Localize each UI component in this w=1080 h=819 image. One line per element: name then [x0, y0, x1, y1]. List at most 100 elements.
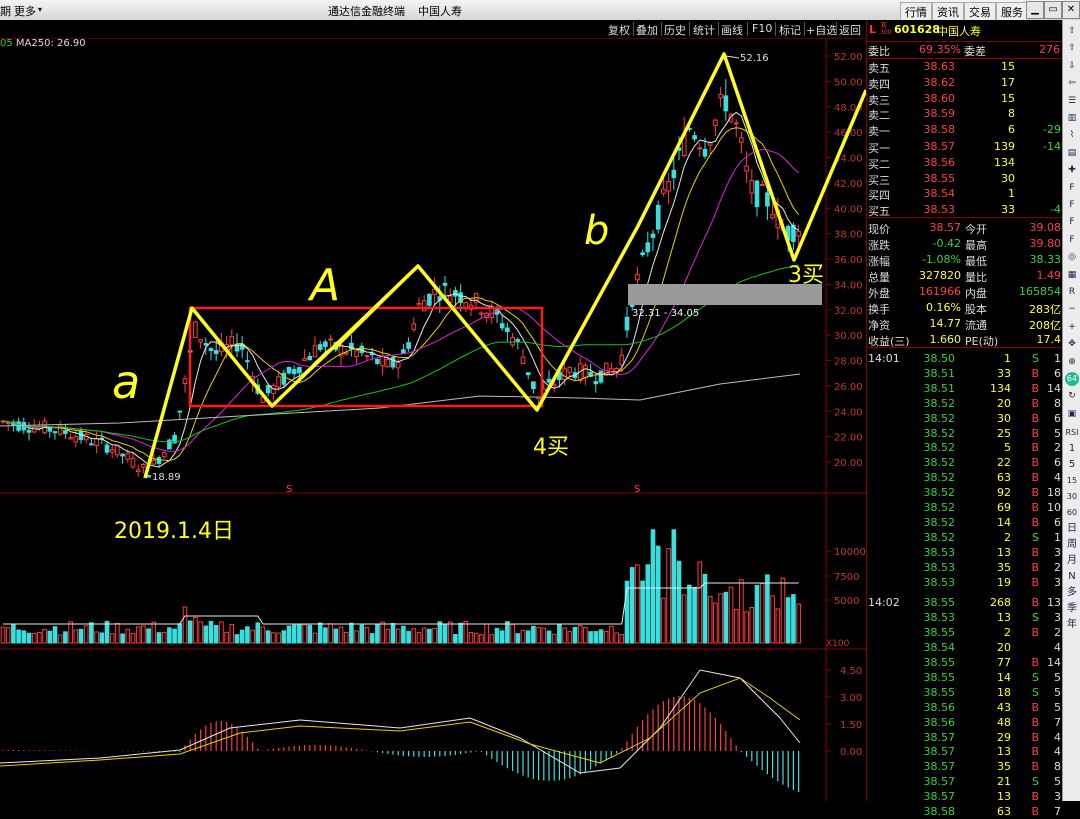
more-menu[interactable]: 更多 [14, 3, 36, 19]
chart-small-icon[interactable]: ▦ [1065, 268, 1079, 282]
list-icon[interactable]: ☰ [1065, 94, 1079, 108]
order-book-row[interactable]: 卖三 38.60 15 [867, 91, 1063, 107]
stat-row[interactable]: 换手 0.16% 股本 283亿 [867, 300, 1063, 316]
tick-row[interactable]: 38.55 14 S 5 [867, 670, 1063, 685]
tick-row[interactable]: 38.51 33 B 6 [867, 366, 1063, 381]
tick-row[interactable]: 38.57 21 S 5 [867, 774, 1063, 789]
order-book-row[interactable]: 买一 38.57 139 -14 [867, 139, 1063, 155]
tick-row[interactable]: 38.54 20 4 [867, 640, 1063, 655]
tick-row[interactable]: 38.56 43 B 5 [867, 700, 1063, 715]
tick-row[interactable]: 14:02 38.55 268 B 13 [867, 595, 1063, 610]
period-button[interactable]: 年 [1065, 618, 1079, 632]
stat-row[interactable]: 总量 327820 量比 1.49 [867, 268, 1063, 284]
tool-stats[interactable]: 统计 [693, 22, 715, 38]
move-icon[interactable]: ✥ [1065, 337, 1079, 351]
restore-icon[interactable]: ▭ [1044, 1, 1062, 19]
order-book-row[interactable]: 买四 38.54 1 [867, 186, 1063, 202]
order-book-row[interactable]: 卖四 38.62 17 [867, 75, 1063, 91]
period-button[interactable]: N [1065, 570, 1079, 584]
tick-row[interactable]: 38.52 5 B 2 [867, 440, 1063, 455]
period-button[interactable]: 15 [1065, 474, 1079, 488]
tick-row[interactable]: 38.53 13 B 3 [867, 545, 1063, 560]
close-icon[interactable]: ✕ [1062, 1, 1080, 19]
bar-icon[interactable]: ▤ [1065, 146, 1079, 160]
stat-row[interactable]: 涨跌 -0.42 最高 39.80 [867, 236, 1063, 252]
tick-row[interactable]: 38.53 35 B 2 [867, 560, 1063, 575]
f2-icon[interactable]: F [1065, 215, 1079, 229]
tick-row[interactable]: 14:01 38.50 1 S 1 [867, 351, 1063, 366]
period-button[interactable]: 月 [1065, 554, 1079, 568]
tool-history[interactable]: 历史 [664, 22, 686, 38]
menu-quotes[interactable]: 行情 [900, 2, 932, 22]
plus-icon[interactable]: + [1065, 320, 1079, 334]
menu-trade[interactable]: 交易 [964, 2, 996, 22]
stat-row[interactable]: 外盘 161966 内盘 165854 [867, 284, 1063, 300]
tick-row[interactable]: 38.55 2 B 2 [867, 625, 1063, 640]
period-button[interactable]: 日 [1065, 522, 1079, 536]
stat-row[interactable]: 净资 14.77 流通 208亿 [867, 316, 1063, 332]
tick-row[interactable]: 38.52 63 B 4 [867, 470, 1063, 485]
tick-row[interactable]: 38.52 22 B 6 [867, 455, 1063, 470]
tick-row[interactable]: 38.57 29 B 4 [867, 730, 1063, 745]
tick-row[interactable]: 38.52 14 B 6 [867, 515, 1063, 530]
period-button[interactable]: 季 [1065, 602, 1079, 616]
period-button[interactable]: 30 [1065, 490, 1079, 504]
stat-row[interactable]: 收益(三) 1.660 PE(动) 17.4 [867, 332, 1063, 348]
period-button[interactable]: 1 [1065, 442, 1079, 456]
target-icon[interactable]: ◎ [1065, 250, 1079, 264]
period-button[interactable]: 60 [1065, 506, 1079, 520]
tick-row[interactable]: 38.52 69 B 10 [867, 500, 1063, 515]
order-book-row[interactable]: 买五 38.53 33 -4 [867, 202, 1063, 218]
stat-row[interactable]: 涨幅 -1.08% 最低 38.33 [867, 252, 1063, 268]
tool-mark[interactable]: 标记 [779, 22, 801, 38]
candlestick-chart[interactable]: 52.0050.0048.0046.0044.0042.0040.0038.00… [0, 38, 866, 801]
tick-row[interactable]: 38.53 19 B 3 [867, 575, 1063, 590]
tick-row[interactable]: 38.57 13 B 4 [867, 744, 1063, 759]
tool-overlay[interactable]: 叠加 [636, 22, 658, 38]
order-book-row[interactable]: 卖一 38.58 6 -29 [867, 122, 1063, 138]
order-book-row[interactable]: 卖五 38.63 15 [867, 59, 1063, 75]
menu-service[interactable]: 服务 [996, 2, 1028, 22]
tick-row[interactable]: 38.52 30 B 6 [867, 411, 1063, 426]
minus-icon[interactable]: − [1065, 302, 1079, 316]
tick-row[interactable]: 38.57 35 B 8 [867, 759, 1063, 774]
up-arrow-icon[interactable]: ⇧ [1065, 24, 1079, 38]
tick-row[interactable]: 38.53 13 S 3 [867, 610, 1063, 625]
tick-row[interactable]: 38.51 134 B 14 [867, 381, 1063, 396]
tool-draw[interactable]: 画线 [721, 22, 743, 38]
tick-row[interactable]: 38.55 77 B 14 [867, 655, 1063, 670]
order-book-row[interactable]: 买三 38.55 30 [867, 171, 1063, 187]
rsi-icon[interactable]: R [1065, 285, 1079, 299]
line-chart-icon[interactable]: ⌇ [1065, 128, 1079, 142]
up-outline-icon[interactable]: ⇧ [1065, 41, 1079, 55]
tick-row[interactable]: 38.55 18 S 5 [867, 685, 1063, 700]
period-tab-fragment[interactable]: 期 [0, 3, 11, 19]
tool-add-watchlist[interactable]: +自选 [806, 22, 837, 38]
stat-row[interactable]: 现价 38.57 今开 39.08 [867, 220, 1063, 236]
tick-row[interactable]: 38.52 25 B 5 [867, 426, 1063, 441]
tool-back[interactable]: 返回 [839, 22, 861, 38]
tick-row[interactable]: 38.52 20 B 8 [867, 396, 1063, 411]
badge-icon[interactable]: 64 [1065, 372, 1079, 386]
minimize-icon[interactable]: ▁ [1026, 1, 1044, 19]
f3-icon[interactable]: F [1065, 233, 1079, 247]
kline-icon[interactable]: ▥ [1065, 111, 1079, 125]
period-button[interactable]: 5 [1065, 458, 1079, 472]
zoom-icon[interactable]: ⊕ [1065, 355, 1079, 369]
tick-row[interactable]: 38.52 2 S 1 [867, 530, 1063, 545]
crossline-icon[interactable]: ✚ [1065, 163, 1079, 177]
refresh-icon[interactable]: ↻ [1065, 389, 1079, 403]
f1-icon[interactable]: F [1065, 198, 1079, 212]
more-dropdown-icon[interactable]: ▾ [38, 5, 42, 14]
chart-select-icon[interactable]: ▣ [1065, 407, 1079, 421]
menu-news[interactable]: 资讯 [932, 2, 964, 22]
back-icon[interactable]: ⇦ [1065, 76, 1079, 90]
tool-restore-rights[interactable]: 复权 [608, 22, 630, 38]
tick-row[interactable]: 38.58 63 B 7 [867, 804, 1063, 819]
f10-icon[interactable]: F [1065, 181, 1079, 195]
tick-row[interactable]: 38.57 13 B 3 [867, 789, 1063, 804]
period-button[interactable]: 周 [1065, 538, 1079, 552]
tick-row[interactable]: 38.56 48 B 7 [867, 715, 1063, 730]
order-book-row[interactable]: 卖二 38.59 8 [867, 106, 1063, 122]
down-outline-icon[interactable]: ⇩ [1065, 59, 1079, 73]
